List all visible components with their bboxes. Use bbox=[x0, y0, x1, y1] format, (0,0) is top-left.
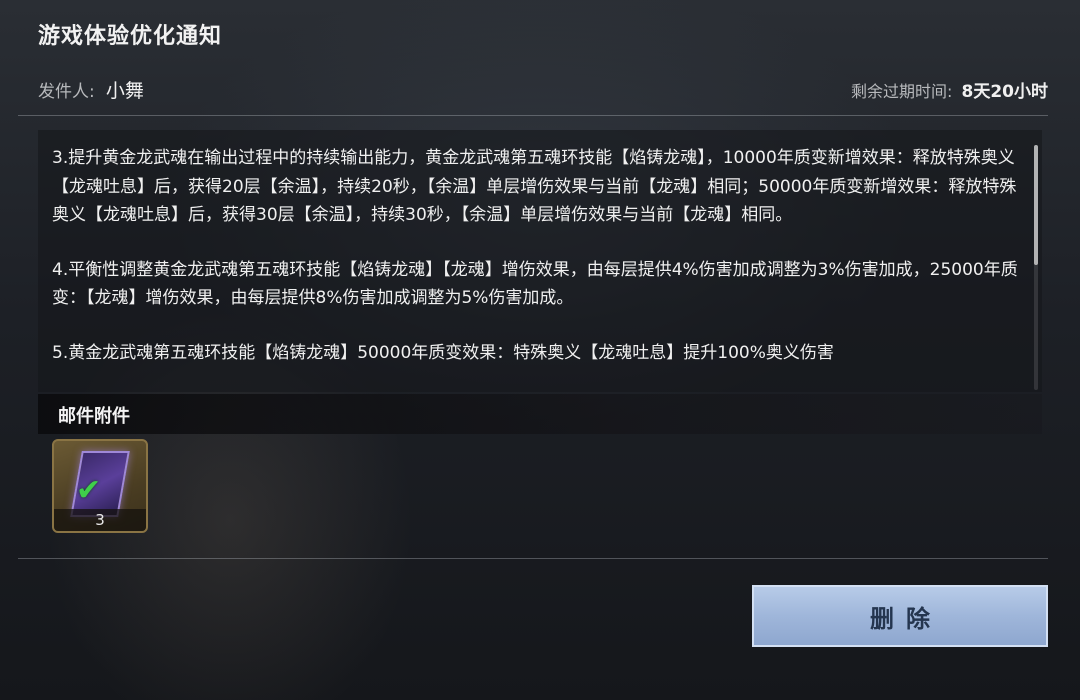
delete-button-label: 删除 bbox=[870, 604, 942, 633]
divider bbox=[18, 115, 1048, 116]
expire-label: 剩余过期时间: bbox=[851, 81, 953, 101]
sender-name: 小舞 bbox=[105, 79, 144, 102]
attachment-count: 3 bbox=[95, 511, 105, 529]
expire-value: 8天20小时 bbox=[961, 81, 1049, 102]
mail-content-scroll-area[interactable]: 3.提升黄金龙武魂在输出过程中的持续输出能力，黄金龙武魂第五魂环技能【焰铸龙魂】… bbox=[38, 130, 1042, 392]
sender-info: 发件人: 小舞 bbox=[38, 76, 144, 103]
content-scrollbar[interactable] bbox=[1034, 145, 1038, 390]
mail-content-text: 3.提升黄金龙武魂在输出过程中的持续输出能力，黄金龙武魂第五魂环技能【焰铸龙魂】… bbox=[52, 144, 1030, 392]
content-paragraph: 3.提升黄金龙武魂在输出过程中的持续输出能力，黄金龙武魂第五魂环技能【焰铸龙魂】… bbox=[52, 148, 1017, 225]
scrollbar-thumb[interactable] bbox=[1034, 145, 1038, 265]
divider bbox=[18, 558, 1048, 559]
sender-label: 发件人: bbox=[38, 81, 95, 102]
check-icon: ✔ bbox=[76, 473, 102, 508]
mail-meta-row: 发件人: 小舞 剩余过期时间: 8天20小时 bbox=[38, 76, 1048, 102]
delete-button[interactable]: 删除 bbox=[752, 585, 1048, 647]
mail-title: 游戏体验优化通知 bbox=[38, 24, 223, 49]
content-paragraph: 5.黄金龙武魂第五魂环技能【焰铸龙魂】50000年质变效果：特殊奥义【龙魂吐息】… bbox=[52, 342, 834, 363]
attachments-title: 邮件附件 bbox=[58, 406, 130, 427]
expire-info: 剩余过期时间: 8天20小时 bbox=[851, 77, 1048, 102]
attachments-header: 邮件附件 bbox=[38, 394, 1042, 434]
content-paragraph: 4.平衡性调整黄金龙武魂第五魂环技能【焰铸龙魂】【龙魂】增伤效果，由每层提供4%… bbox=[52, 259, 1018, 309]
mail-detail-panel: 游戏体验优化通知 发件人: 小舞 剩余过期时间: 8天20小时 3.提升黄金龙武… bbox=[0, 0, 1080, 700]
attachment-item[interactable]: ✔ 3 bbox=[52, 439, 148, 533]
